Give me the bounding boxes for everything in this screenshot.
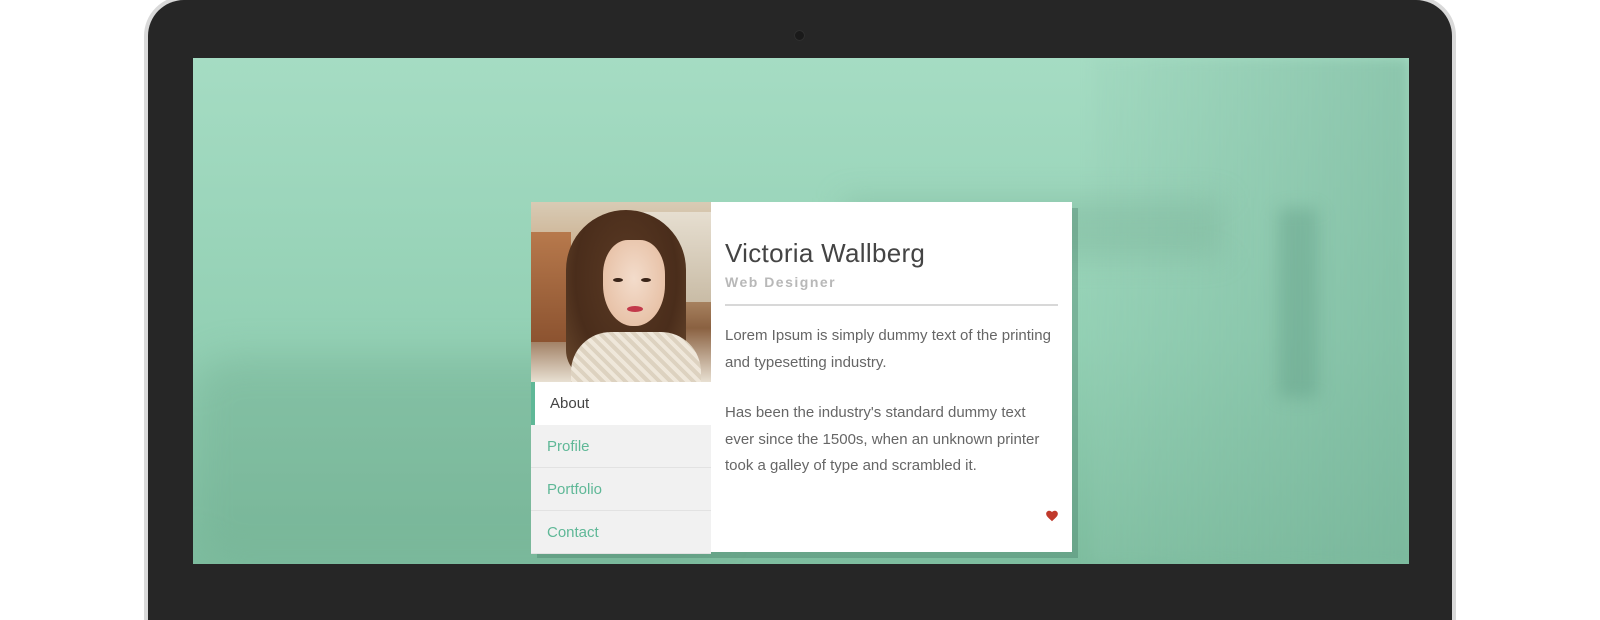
profile-card: About Profile Portfolio Contact Victoria… — [531, 202, 1072, 554]
photo-scarf — [571, 332, 701, 382]
profile-menu: About Profile Portfolio Contact — [531, 382, 711, 554]
photo-face — [603, 240, 665, 326]
photo-eye — [641, 278, 651, 282]
profile-photo — [531, 202, 711, 382]
divider — [725, 304, 1058, 306]
menu-item-contact[interactable]: Contact — [531, 511, 711, 554]
profile-paragraph: Lorem Ipsum is simply dummy text of the … — [725, 327, 1051, 371]
menu-item-label: Profile — [547, 437, 590, 455]
photo-eye — [613, 278, 623, 282]
profile-paragraph: Has been the industry's standard dummy t… — [725, 404, 1040, 474]
menu-item-label: About — [550, 395, 590, 412]
heart-icon[interactable] — [1045, 509, 1059, 523]
background-building — [1093, 58, 1409, 564]
menu-item-profile[interactable]: Profile — [531, 425, 711, 468]
menu-item-portfolio[interactable]: Portfolio — [531, 468, 711, 511]
menu-item-label: Contact — [547, 523, 599, 541]
background-window — [1278, 208, 1318, 398]
camera-icon — [794, 30, 805, 41]
profile-role: Web Designer — [725, 274, 837, 290]
photo-lips — [627, 306, 643, 312]
profile-content: Victoria Wallberg Web Designer Lorem Ips… — [725, 202, 1058, 552]
photo-background — [531, 232, 571, 342]
menu-item-about[interactable]: About — [531, 382, 711, 425]
profile-name: Victoria Wallberg — [725, 238, 926, 268]
menu-item-label: Portfolio — [547, 480, 603, 498]
